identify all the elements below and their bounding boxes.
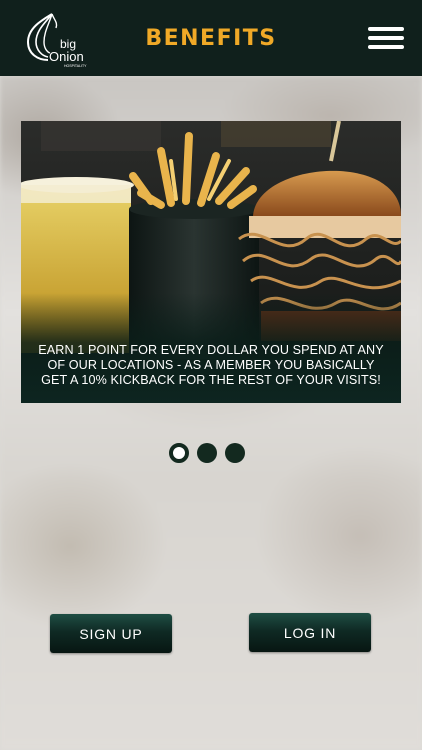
app-header: big Onion HOSPITALITY BENEFITS [0, 0, 422, 76]
menu-line-icon [368, 45, 404, 49]
menu-line-icon [368, 36, 404, 40]
log-in-button[interactable]: LOG IN [249, 613, 371, 652]
menu-line-icon [368, 27, 404, 31]
hamburger-menu-button[interactable] [368, 27, 404, 49]
onion-logo-icon: big Onion HOSPITALITY [26, 13, 87, 68]
page-title: BENEFITS [145, 25, 277, 51]
sign-up-button[interactable]: SIGN UP [50, 614, 172, 653]
carousel-pagination [169, 443, 245, 463]
brand-logo[interactable]: big Onion HOSPITALITY [22, 10, 92, 68]
benefit-slide[interactable]: Earn 1 point for every dollar you spend … [21, 121, 401, 403]
carousel-dot-3[interactable] [225, 443, 245, 463]
slide-description: Earn 1 point for every dollar you spend … [38, 343, 384, 387]
carousel-dot-1[interactable] [169, 443, 189, 463]
svg-text:Onion: Onion [49, 49, 84, 64]
carousel-dot-2[interactable] [197, 443, 217, 463]
svg-text:HOSPITALITY: HOSPITALITY [64, 64, 87, 68]
